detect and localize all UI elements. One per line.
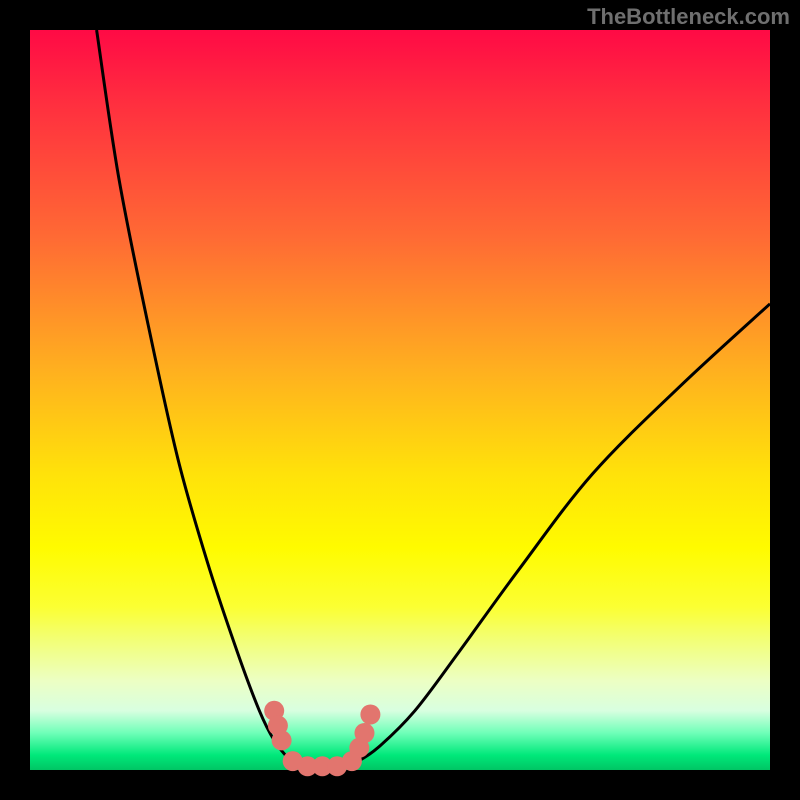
right-curve (341, 304, 770, 770)
chart-frame: TheBottleneck.com (0, 0, 800, 800)
left-curve (97, 30, 312, 770)
marker-dot (354, 723, 374, 743)
marker-dot (360, 705, 380, 725)
marker-dot (272, 730, 292, 750)
plot-area (30, 30, 770, 770)
marker-band (264, 701, 380, 777)
watermark-text: TheBottleneck.com (587, 4, 790, 30)
chart-svg (30, 30, 770, 770)
